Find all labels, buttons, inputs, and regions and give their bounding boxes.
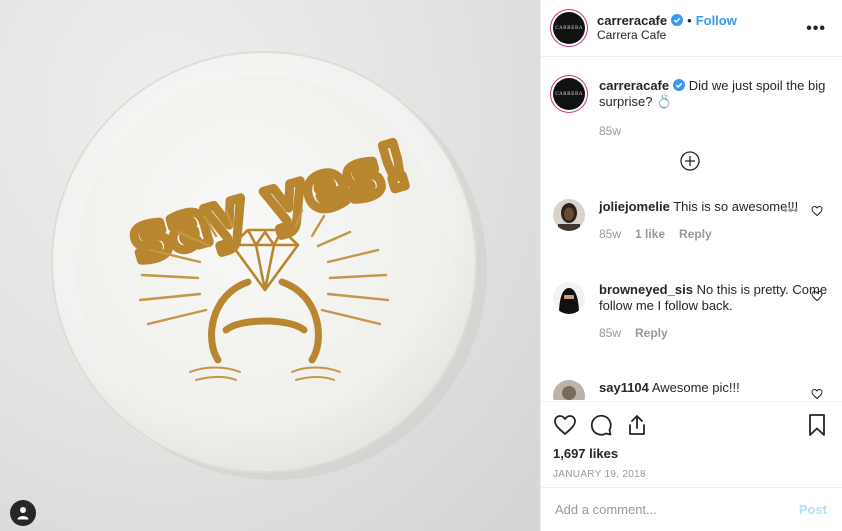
likes-count[interactable]: 1,697 likes [553,446,831,461]
comments-list[interactable]: CARRERA carreracafe Did we just spoil th… [541,58,842,400]
avatar[interactable] [553,282,585,314]
share-icon[interactable] [625,413,649,437]
add-comment-input[interactable] [555,502,775,517]
avatar-logo-text: CARRERA [555,91,583,97]
comment-options-icon[interactable]: ••• [783,203,799,217]
post-header: CARRERA carreracafe • Follow Carrera Cafe … [541,0,842,57]
avatar[interactable]: CARRERA [553,78,585,110]
avatar[interactable] [553,380,585,400]
comment-icon[interactable] [589,413,613,437]
comment-meta: 85w Reply [599,326,833,340]
post-actions: 1,697 likes JANUARY 19, 2018 [541,401,842,487]
plus-circle-icon[interactable] [680,151,700,171]
post-photo[interactable]: say yes! [0,0,540,531]
comment-meta: 85w 1 like Reply [599,227,833,241]
location-link[interactable]: Carrera Cafe [597,28,737,43]
post-date[interactable]: JANUARY 19, 2018 [553,469,831,480]
comment-item: say1104 Awesome pic!!! [553,380,833,400]
follow-button[interactable]: Follow [696,13,737,28]
reply-button[interactable]: Reply [635,326,668,340]
avatar-logo-text: CARRERA [555,25,583,31]
post-side-panel: CARRERA carreracafe • Follow Carrera Cafe … [540,0,842,531]
comment-username[interactable]: say1104 [599,380,649,395]
verified-badge-icon [671,14,684,26]
bookmark-icon[interactable] [805,413,829,437]
post-comment-button[interactable]: Post [799,502,827,517]
avatar-image [553,282,585,314]
comment-body: say1104 Awesome pic!!! [599,380,833,396]
reply-button[interactable]: Reply [679,227,712,241]
comment-time[interactable]: 85w [599,326,621,340]
heart-icon[interactable] [553,413,577,437]
comment-body: browneyed_sis No this is pretty. Come fo… [599,282,833,314]
add-comment-bar: Post [541,487,842,531]
avatar[interactable] [553,199,585,231]
caption: CARRERA carreracafe Did we just spoil th… [553,78,833,138]
comment-username[interactable]: browneyed_sis [599,282,693,297]
comment-text: This is so awesome!!! [673,199,799,214]
verified-badge-icon [673,79,686,91]
avatar-image [553,199,585,231]
caption-meta: 85w [599,124,833,138]
comment-text: Awesome pic!!! [651,380,740,395]
latte-art-image: say yes! [51,51,487,480]
action-icons [553,412,831,438]
comment-username[interactable]: joliejomelie [599,199,670,214]
heart-icon[interactable] [811,205,823,217]
comment-item: browneyed_sis No this is pretty. Come fo… [553,282,833,340]
avatar-image [553,380,585,400]
header-username[interactable]: carreracafe [597,13,667,28]
caption-time[interactable]: 85w [599,124,621,138]
avatar[interactable]: CARRERA [553,12,585,44]
more-options-icon[interactable]: ••• [806,20,826,38]
comment-item: joliejomelie This is so awesome!!! ••• 8… [553,199,833,241]
user-tags-button[interactable] [10,500,36,526]
caption-body: carreracafe Did we just spoil the big su… [599,78,833,110]
comment-likes[interactable]: 1 like [635,227,665,241]
comment-time[interactable]: 85w [599,227,621,241]
heart-icon[interactable] [811,290,823,302]
caption-username[interactable]: carreracafe [599,78,669,93]
header-separator: • [687,13,692,28]
heart-icon[interactable] [811,388,823,400]
person-icon [17,507,29,520]
header-text: carreracafe • Follow Carrera Cafe [597,13,737,43]
